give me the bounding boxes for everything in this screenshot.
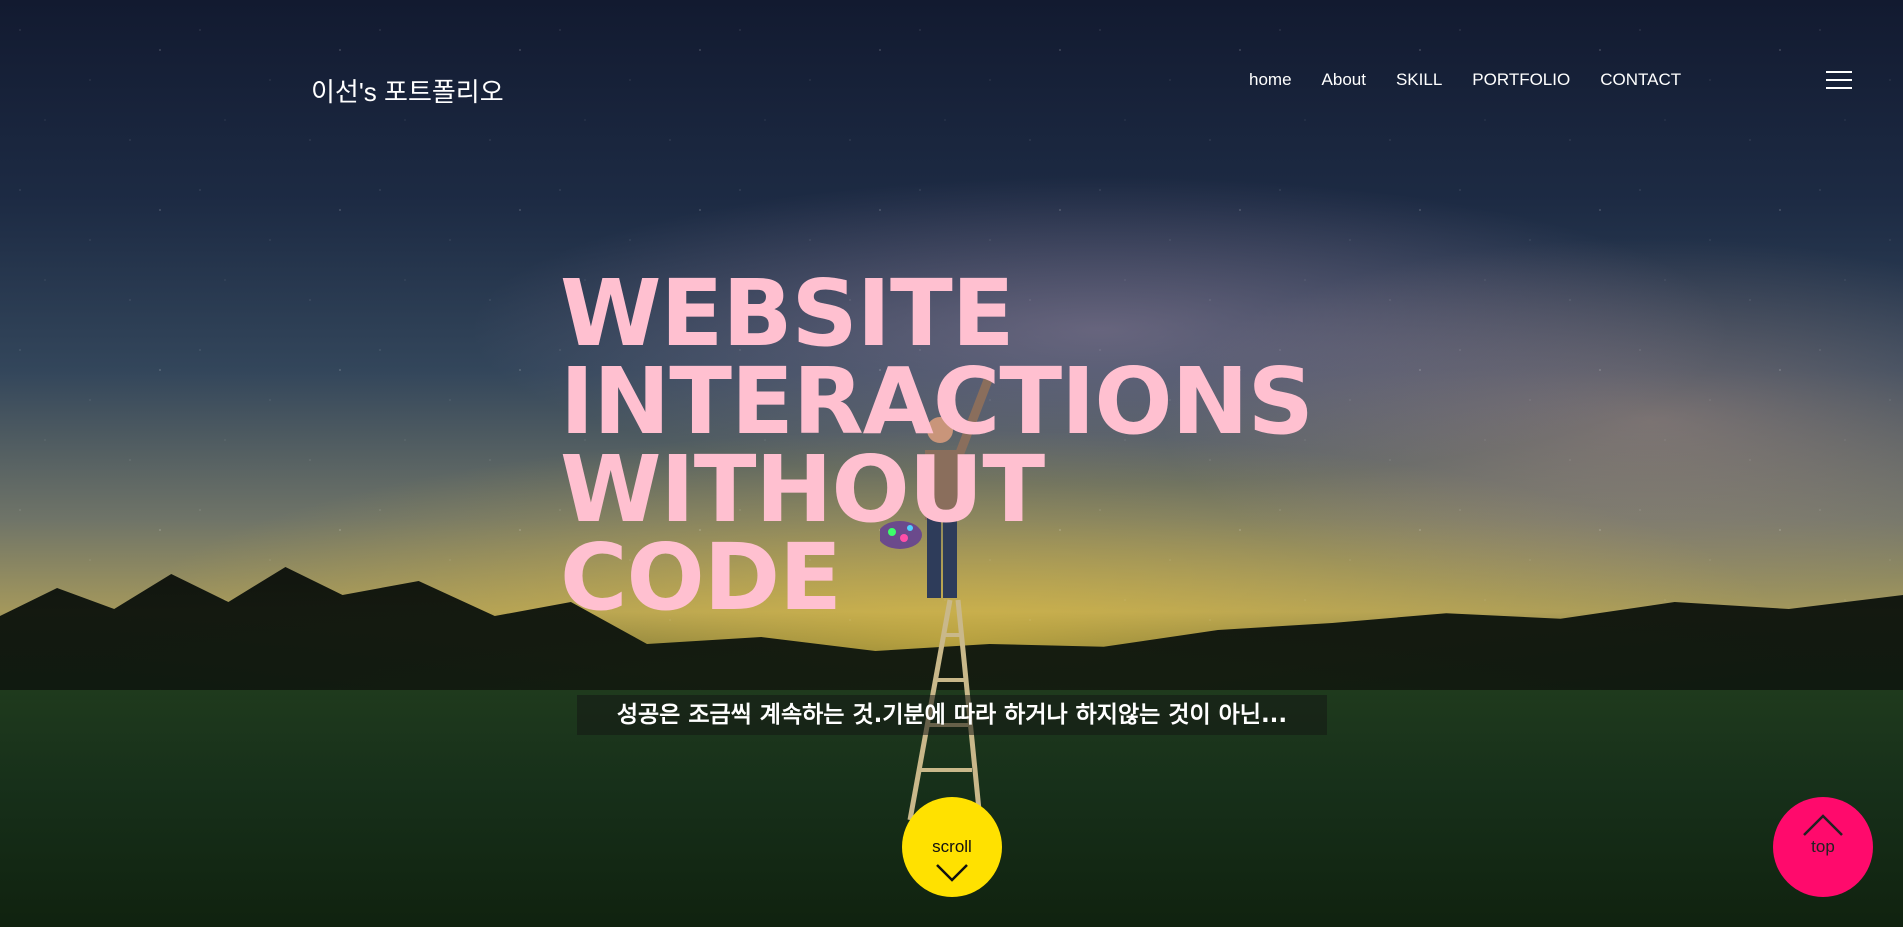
menu-bar [1826, 71, 1852, 73]
headline-line: WEBSITE [560, 260, 1015, 367]
scroll-label: scroll [932, 837, 972, 856]
nav-item-portfolio[interactable]: PORTFOLIO [1472, 70, 1570, 90]
chevron-down-icon [936, 864, 968, 882]
main-nav: home About SKILL PORTFOLIO CONTACT [1249, 70, 1681, 90]
hamburger-menu-icon[interactable] [1826, 71, 1852, 89]
chevron-up-icon [1803, 814, 1843, 836]
menu-bar [1826, 79, 1852, 81]
headline-line: CODE [560, 524, 842, 631]
nav-item-skill[interactable]: SKILL [1396, 70, 1442, 90]
hero-quote: 성공은 조금씩 계속하는 것.기분에 따라 하거나 하지않는 것이 아닌... [577, 695, 1327, 735]
nav-item-home[interactable]: home [1249, 70, 1292, 90]
site-logo[interactable]: 이선's 포트폴리오 [311, 72, 504, 109]
top-label: top [1811, 837, 1835, 856]
hero-section: 이선's 포트폴리오 home About SKILL PORTFOLIO CO… [0, 0, 1903, 927]
nav-item-contact[interactable]: CONTACT [1600, 70, 1681, 90]
headline-line: WITHOUT [560, 436, 1045, 543]
nav-item-about[interactable]: About [1322, 70, 1366, 90]
headline-line: INTERACTIONS [560, 348, 1314, 455]
menu-bar [1826, 87, 1852, 89]
back-to-top-button[interactable]: top [1773, 797, 1873, 897]
scroll-down-button[interactable]: scroll [902, 797, 1002, 897]
hero-headline: WEBSITE INTERACTIONS WITHOUT CODE [560, 260, 1314, 631]
